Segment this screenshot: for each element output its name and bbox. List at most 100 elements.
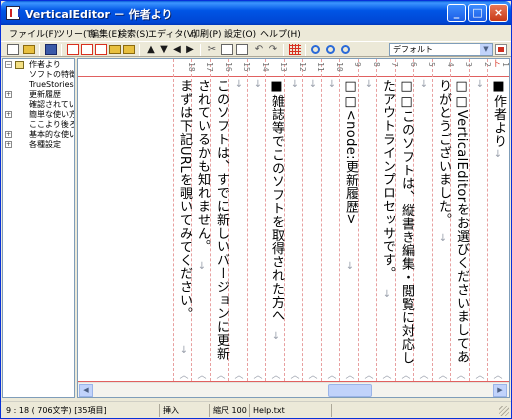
zoom-out-icon[interactable]: [326, 45, 335, 54]
menu-file[interactable]: ファイル(F): [9, 27, 57, 40]
text-line[interactable]: [285, 79, 305, 379]
toolbar-separator: [61, 44, 62, 56]
node-folder-open-icon[interactable]: [123, 45, 135, 54]
text-line[interactable]: ■作者より: [488, 79, 508, 379]
minimize-button[interactable]: _: [447, 4, 466, 22]
tree-item[interactable]: − 作者より: [3, 60, 74, 70]
line-bottom-mark: ︿: [179, 371, 189, 381]
line-number: 9: [353, 62, 362, 67]
new-node-icon[interactable]: [67, 44, 79, 55]
new-file-icon[interactable]: [7, 44, 19, 55]
paste-icon[interactable]: [236, 44, 248, 55]
move-left-icon[interactable]: ◀: [171, 44, 183, 55]
line-end-icon: ↓: [308, 79, 318, 90]
line-number: 12: [298, 62, 307, 72]
tree-item[interactable]: ここより後ろ: [3, 120, 74, 130]
grid-icon[interactable]: [289, 44, 301, 55]
tree-item[interactable]: + 更新履歴: [3, 90, 74, 100]
text-line[interactable]: このソフトは、すでに新しいバージョンに更新: [211, 79, 231, 379]
chevron-down-icon[interactable]: ▼: [480, 44, 492, 55]
cut-icon[interactable]: ✂: [206, 44, 218, 55]
vertical-editor[interactable]: 卜 1 ■作者より ↓ ︿ 2 ↓ ︿ 3 □□VerticalEditorをお選びくださいまし…: [77, 58, 510, 398]
line-number: 8: [372, 62, 381, 67]
scroll-right-button[interactable]: ▶: [493, 384, 507, 397]
line-number: 4: [446, 62, 455, 67]
tree-item[interactable]: TrueStories: [3, 80, 74, 90]
move-up-icon[interactable]: ▲: [145, 44, 157, 55]
outline-tree[interactable]: − 作者より ソフトの特徴 TrueStories + 更新履歴 確認されている…: [2, 58, 75, 398]
text-line[interactable]: [322, 79, 342, 379]
redo-icon[interactable]: ↷: [267, 44, 279, 55]
text-line[interactable]: たアウトラインプロセッサです。: [377, 79, 397, 379]
copy-icon[interactable]: [221, 44, 233, 55]
text-line[interactable]: □□VerticalEditorをお選びくださいましてあ: [451, 79, 471, 379]
tree-item-label: 更新履歴: [29, 90, 61, 99]
line-end-icon: ↓: [327, 79, 337, 90]
tree-item-label: ソフトの特徴: [29, 70, 75, 79]
text-line[interactable]: [229, 79, 249, 379]
tree-expander[interactable]: +: [5, 111, 12, 118]
line-number: 5: [427, 62, 436, 67]
text-line[interactable]: [303, 79, 323, 379]
menu-edit[interactable]: 編集(E): [90, 27, 121, 40]
menu-search[interactable]: 検索(S): [118, 27, 149, 40]
line-number: 18: [187, 62, 196, 72]
new-child-node-icon[interactable]: [81, 44, 93, 55]
line-bottom-mark: ︿: [234, 371, 244, 381]
text-line[interactable]: □□このソフトは、縦書き編集・閲覧に対応し: [396, 79, 416, 379]
line-bottom-mark: ︿: [345, 371, 355, 381]
font-select[interactable]: デフォルト ▼: [389, 43, 493, 56]
delete-node-icon[interactable]: [95, 44, 107, 55]
tree-expander[interactable]: +: [5, 131, 12, 138]
line-number: 3: [464, 62, 473, 67]
menu-help[interactable]: ヘルプ(H): [260, 27, 301, 40]
node-folder-icon[interactable]: [109, 45, 121, 54]
menu-editor[interactable]: エディタ(V): [148, 27, 197, 40]
tree-expander[interactable]: −: [5, 61, 12, 68]
line-bottom-mark: ︿: [493, 371, 503, 381]
tree-item[interactable]: 確認されている: [3, 100, 74, 110]
tree-item[interactable]: + 簡単な使い方: [3, 110, 74, 120]
line-number: 11: [316, 62, 325, 72]
maximize-button[interactable]: □: [468, 4, 487, 22]
tree-item[interactable]: + 各種設定: [3, 140, 74, 150]
tree-item[interactable]: + 基本的な使い: [3, 130, 74, 140]
move-down-icon[interactable]: ▼: [158, 44, 170, 55]
menu-print[interactable]: 印刷(P): [191, 27, 221, 40]
line-end-icon: ↓: [234, 79, 244, 90]
text-line[interactable]: □□<node:更新履歴>: [340, 79, 360, 379]
tree-expander[interactable]: +: [5, 141, 12, 148]
text-line[interactable]: されているかも知れません。: [192, 79, 212, 379]
text-line[interactable]: [248, 79, 268, 379]
resize-grip-icon[interactable]: [499, 406, 509, 416]
tree-item[interactable]: ソフトの特徴: [3, 70, 75, 80]
save-icon[interactable]: [45, 44, 57, 55]
line-bottom-mark: ︿: [382, 371, 392, 381]
line-end-icon: ↓: [419, 79, 429, 90]
open-folder-icon[interactable]: [23, 45, 35, 54]
tree-item-label: TrueStories: [29, 80, 74, 89]
line-end-icon: ↓: [438, 233, 448, 244]
text-line[interactable]: りがとうございました。: [433, 79, 453, 379]
tree-expander[interactable]: +: [5, 91, 12, 98]
text-line[interactable]: [470, 79, 490, 379]
font-settings-icon[interactable]: [495, 44, 507, 55]
zoom-in-icon[interactable]: [311, 45, 320, 54]
toolbar-separator: [283, 44, 284, 56]
zoom-menu-icon[interactable]: [341, 45, 350, 54]
line-bottom-mark: ︿: [271, 371, 281, 381]
close-button[interactable]: ×: [489, 4, 508, 22]
menu-settings[interactable]: 設定(O): [224, 27, 256, 40]
line-bottom-mark: ︿: [456, 371, 466, 381]
title-bar[interactable]: VerticalEditor － 作者より _ □ ×: [1, 1, 511, 25]
text-line[interactable]: まずは下記URLを覗いてみてください。: [174, 79, 194, 379]
move-right-icon[interactable]: ▶: [184, 44, 196, 55]
horizontal-scrollbar[interactable]: ◀ ▶: [78, 382, 509, 397]
text-line[interactable]: [359, 79, 379, 379]
text-line[interactable]: [414, 79, 434, 379]
scroll-left-button[interactable]: ◀: [79, 384, 93, 397]
line-number: 17: [205, 62, 214, 72]
scroll-thumb[interactable]: [328, 384, 372, 397]
undo-icon[interactable]: ↶: [253, 44, 265, 55]
tree-item-label: 作者より: [29, 60, 61, 70]
